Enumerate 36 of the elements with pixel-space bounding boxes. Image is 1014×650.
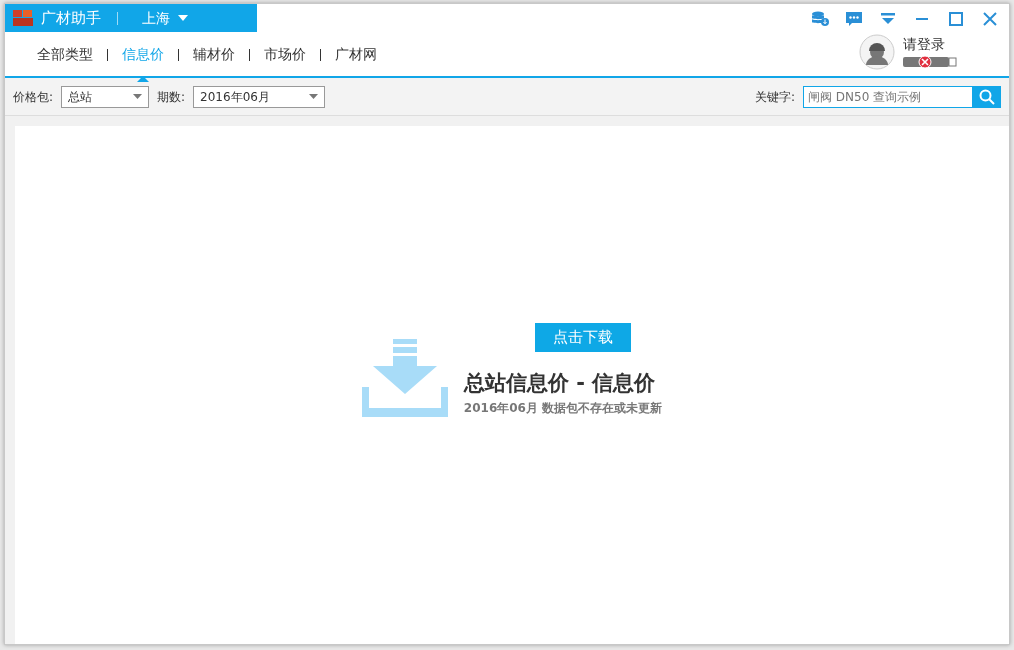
- download-icon: [361, 339, 448, 417]
- chat-icon: [845, 10, 863, 28]
- caret-icon: [309, 94, 319, 99]
- database-icon: [811, 10, 829, 28]
- tab[interactable]: 辅材价: [179, 44, 249, 65]
- close-icon: [981, 10, 999, 28]
- brick-wall-icon: [13, 10, 33, 26]
- search-field[interactable]: 闸阀 DN50 查询示例: [803, 85, 973, 108]
- empty-message: 2016年06月 数据包不存在或未更新: [463, 400, 663, 417]
- close-button[interactable]: [981, 10, 999, 28]
- caret-icon: [178, 15, 188, 21]
- chat-button[interactable]: [845, 10, 863, 28]
- tab[interactable]: 全部类型: [23, 44, 107, 65]
- tab[interactable]: 市场价: [250, 44, 320, 65]
- period-dropdown[interactable]: 2016年06月: [193, 85, 326, 108]
- maximize-icon: [947, 10, 965, 28]
- field-label: 关键字:: [754, 88, 795, 106]
- tab-divider: [249, 48, 250, 61]
- tab[interactable]: 广材网: [321, 44, 391, 65]
- field-label: 价格包:: [13, 88, 54, 106]
- minimize-icon: [916, 18, 928, 20]
- search-icon: [979, 88, 995, 105]
- field-label: 期数:: [157, 88, 186, 106]
- database-button[interactable]: [811, 10, 829, 28]
- caret-icon: [133, 94, 143, 99]
- package-dropdown[interactable]: 总站: [61, 85, 150, 108]
- search-button[interactable]: [973, 85, 1001, 108]
- tab-divider: [320, 48, 321, 61]
- maximize-button[interactable]: [947, 10, 965, 28]
- tab-divider: [107, 48, 108, 61]
- empty-title: 总站信息价 - 信息价: [463, 369, 656, 397]
- divider: [117, 11, 118, 25]
- app-title: 广材助手: [41, 7, 101, 29]
- login-label[interactable]: 请登录: [903, 34, 957, 55]
- avatar-icon: [859, 34, 895, 70]
- tab-divider: [178, 48, 179, 61]
